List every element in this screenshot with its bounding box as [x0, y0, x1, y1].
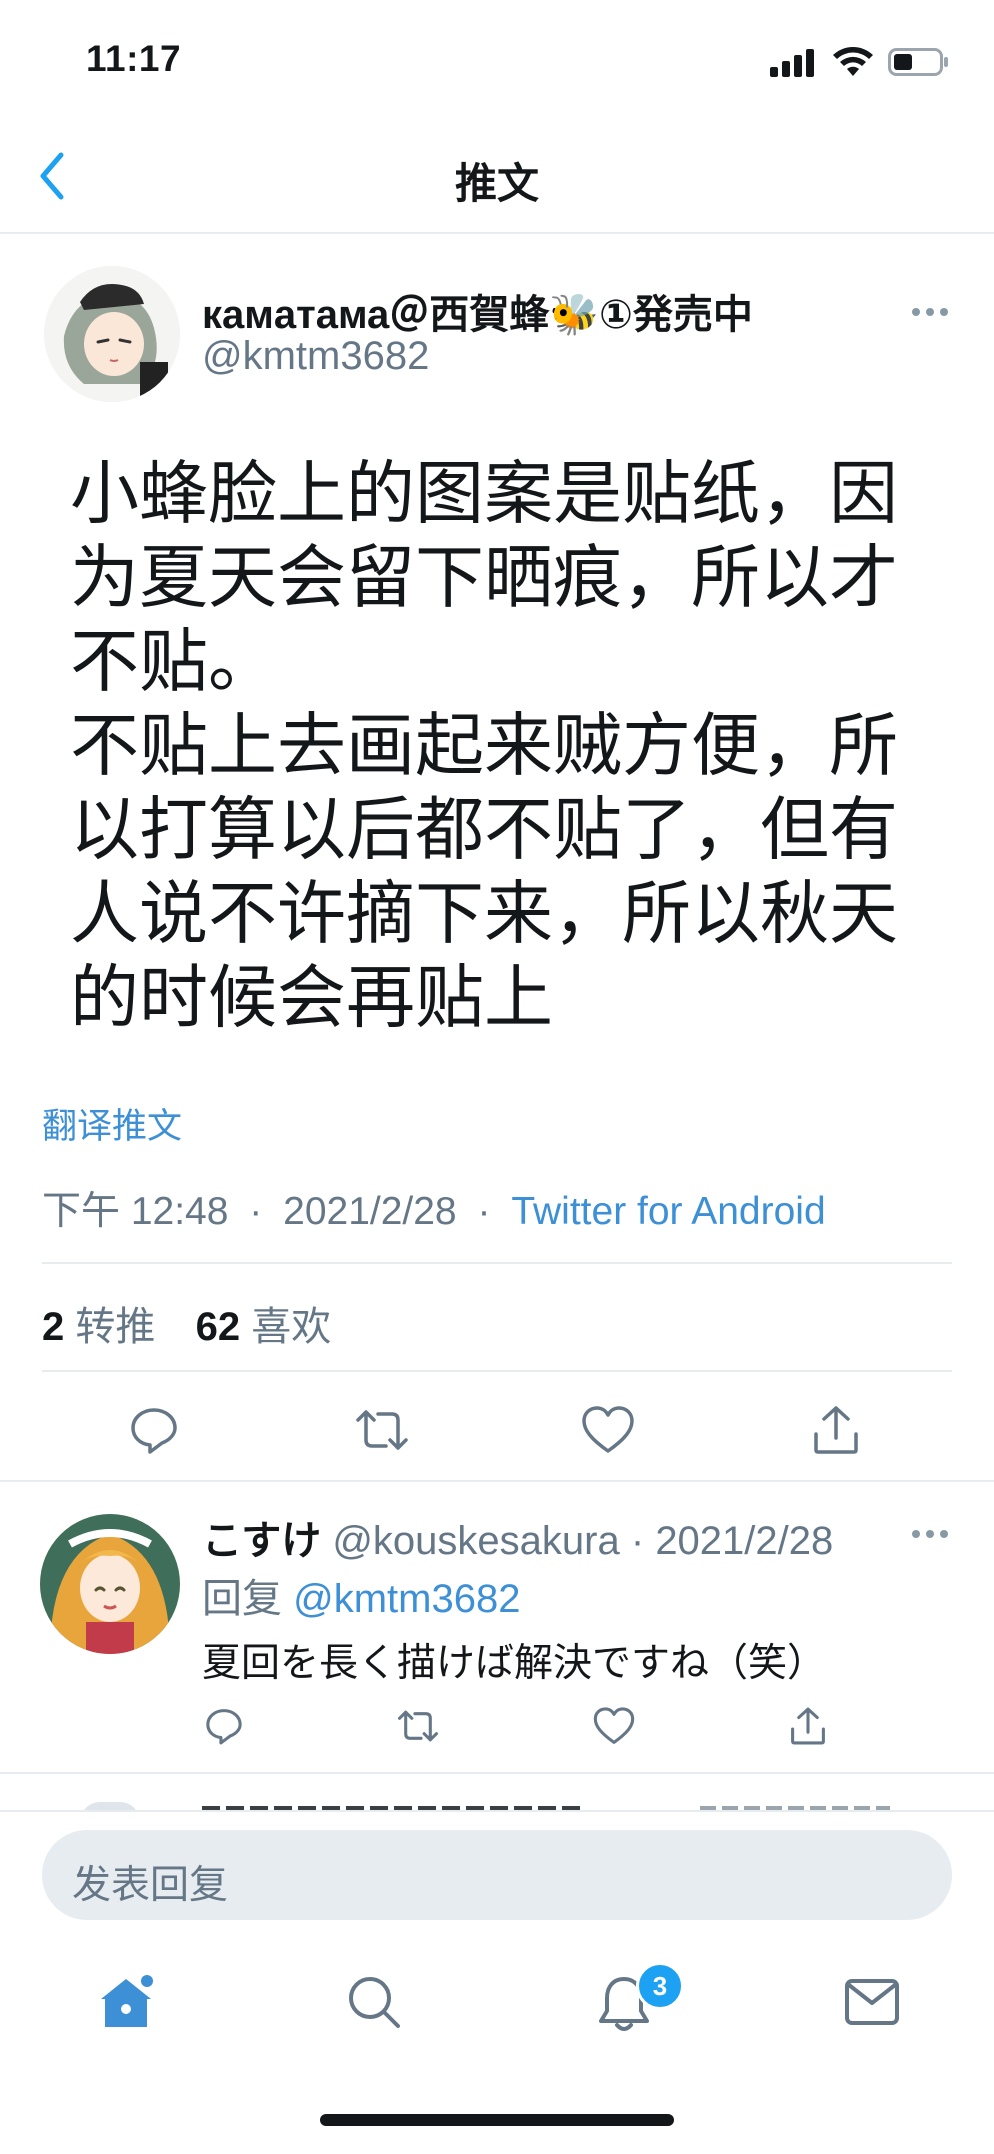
reply-text: 夏回を長く描けば解決ですね（笑）	[202, 1642, 827, 1685]
retweets-count: 2	[42, 1305, 65, 1349]
status-time: 11:17	[86, 38, 182, 79]
heart-icon	[582, 1406, 634, 1453]
tab-search[interactable]	[334, 1962, 414, 2042]
tab-home[interactable]	[86, 1962, 166, 2042]
author-avatar[interactable]	[44, 266, 180, 402]
wifi-icon	[833, 47, 873, 76]
likes-stat[interactable]: 62 喜欢	[196, 1305, 332, 1349]
tweet-stats: 2 转推 62 喜欢	[42, 1294, 331, 1352]
likes-label: 喜欢	[251, 1305, 332, 1349]
search-icon	[349, 1977, 400, 2028]
section-divider	[0, 1772, 994, 1774]
like-button[interactable]	[578, 1400, 638, 1460]
tweet-text: 小蜂脸上的图案是贴纸，因 为夏天会留下晒痕，所以才 不贴。 不贴上去画起来贼方便…	[70, 454, 898, 1038]
reply-author-name[interactable]: こすけ	[202, 1519, 321, 1563]
reply-author-avatar[interactable]	[40, 1514, 180, 1654]
retweet-button[interactable]	[352, 1400, 412, 1460]
author-handle[interactable]: @kmtm3682	[202, 334, 429, 379]
retweets-label: 转推	[75, 1305, 156, 1349]
divider	[42, 1370, 952, 1372]
tweet-date: 2021/2/28	[283, 1190, 457, 1233]
reply-icon	[131, 1408, 177, 1454]
likes-count: 62	[195, 1305, 241, 1349]
home-icon	[101, 1975, 153, 2027]
more-options-button[interactable]	[908, 290, 952, 334]
tweet-source-link[interactable]: Twitter for Android	[511, 1190, 825, 1233]
meta-separator: ·	[630, 1519, 645, 1563]
reply-icon	[206, 1709, 242, 1745]
reply-composer-placeholder: 发表回复	[72, 1864, 229, 1907]
reply-button[interactable]	[124, 1400, 184, 1460]
notification-badge: 3	[636, 1962, 684, 2010]
reply-more-options-button[interactable]	[908, 1512, 952, 1556]
reply-author-handle[interactable]: @kouskesakura	[332, 1519, 619, 1563]
meta-separator: ·	[477, 1190, 491, 1233]
retweet-icon	[356, 1410, 408, 1450]
tweet-meta: 下午 12:48 · 2021/2/28 · Twitter for Andro…	[42, 1180, 826, 1236]
heart-icon	[593, 1707, 635, 1744]
reply-retweet-button[interactable]	[394, 1702, 442, 1750]
author-display-name[interactable]: камaтама＠西賀蜂🐝①発売中	[202, 282, 753, 340]
battery-icon	[888, 48, 948, 76]
reply-like-button[interactable]	[590, 1702, 638, 1750]
signal-icon	[770, 49, 814, 77]
more-horizontal-icon	[912, 1530, 948, 1538]
section-divider	[0, 1480, 994, 1482]
reply-share-button[interactable]	[784, 1702, 832, 1750]
more-horizontal-icon	[912, 308, 948, 316]
retweet-icon	[398, 1710, 438, 1742]
reply-date: 2021/2/28	[655, 1519, 834, 1563]
tweet-time: 下午 12:48	[42, 1190, 229, 1233]
share-button[interactable]	[806, 1400, 866, 1460]
divider	[42, 1262, 952, 1264]
home-indicator[interactable]	[320, 2114, 674, 2126]
reply-reply-button[interactable]	[200, 1702, 248, 1750]
avatar-illustration	[40, 1514, 180, 1654]
reply-to-mention[interactable]: @kmtm3682	[293, 1577, 520, 1621]
share-icon	[814, 1406, 858, 1454]
reply-prefix: 回复	[202, 1577, 282, 1621]
share-icon	[791, 1707, 825, 1745]
avatar-illustration	[44, 266, 180, 402]
replying-to: 回复 @kmtm3682	[202, 1566, 520, 1624]
reply-header: こすけ @kouskesakura · 2021/2/28	[202, 1508, 833, 1566]
status-icons	[770, 44, 950, 80]
tab-messages[interactable]	[832, 1962, 912, 2042]
page-title: 推文	[454, 160, 539, 207]
messages-icon	[845, 1979, 899, 2025]
retweets-stat[interactable]: 2 转推	[42, 1305, 155, 1349]
translate-tweet-link[interactable]: 翻译推文	[42, 1098, 182, 1149]
meta-separator: ·	[249, 1190, 263, 1233]
